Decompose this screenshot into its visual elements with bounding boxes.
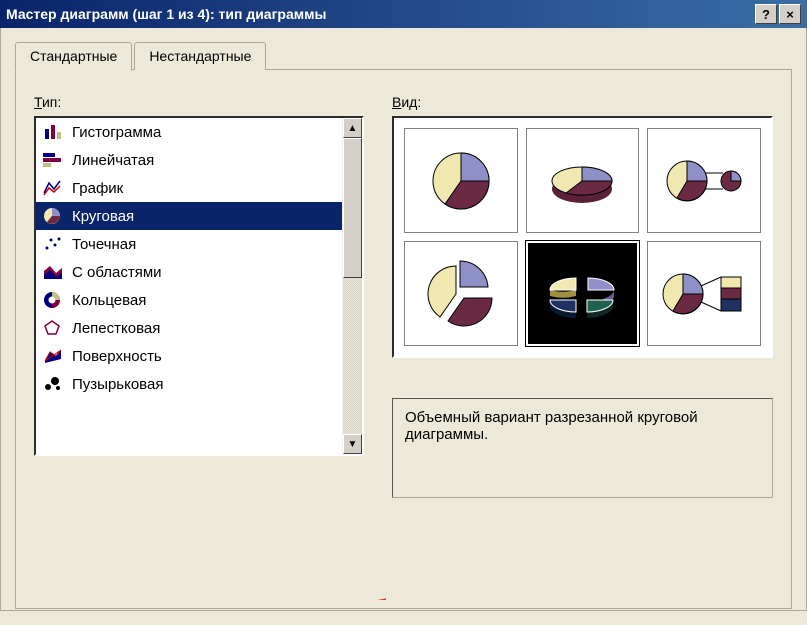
subtype-cell-pie-exploded-2d[interactable] (404, 241, 518, 346)
close-button[interactable]: × (779, 4, 801, 24)
list-label: График (72, 180, 123, 197)
subtype-grid (392, 116, 773, 358)
subtype-cell-pie-3d[interactable] (526, 128, 640, 233)
scroll-up-button[interactable]: ▲ (343, 118, 362, 138)
list-item-radar[interactable]: Лепестковая (36, 314, 342, 342)
subtype-cell-pie-exploded-3d[interactable] (526, 241, 640, 346)
titlebar: Мастер диаграмм (шаг 1 из 4): тип диагра… (0, 0, 807, 28)
subtype-description: Объемный вариант разрезанной круговой ди… (392, 398, 773, 498)
list-item-bar[interactable]: Линейчатая (36, 146, 342, 174)
line-icon (42, 178, 64, 198)
scroll-thumb[interactable] (343, 138, 362, 278)
radar-icon (42, 318, 64, 338)
scatter-icon (42, 234, 64, 254)
doughnut-icon (42, 290, 64, 310)
list-label: Пузырьковая (72, 376, 163, 393)
list-label: Линейчатая (72, 152, 154, 169)
view-label: Вид: (392, 94, 421, 110)
scroll-track[interactable] (343, 138, 362, 434)
tab-content: Тип: Гистограмма Линейчатая (15, 69, 792, 609)
list-label: Точечная (72, 236, 136, 253)
help-button[interactable]: ? (755, 4, 777, 24)
list-label: Лепестковая (72, 320, 160, 337)
area-icon (42, 262, 64, 282)
list-label: Кольцевая (72, 292, 146, 309)
list-item-surface[interactable]: Поверхность (36, 342, 342, 370)
dialog-body: Стандартные Нестандартные Тип: Гистограм… (0, 28, 807, 611)
titlebar-buttons: ? × (755, 4, 801, 24)
list-label: Поверхность (72, 348, 162, 365)
chart-type-items: Гистограмма Линейчатая График (36, 118, 342, 454)
subtype-cell-bar-of-pie[interactable] (647, 241, 761, 346)
tab-custom[interactable]: Нестандартные (134, 42, 266, 70)
tab-strip: Стандартные Нестандартные (15, 42, 792, 70)
subtype-column: Вид: (392, 94, 773, 588)
list-item-histogram[interactable]: Гистограмма (36, 118, 342, 146)
annotation-arrow (86, 598, 386, 600)
bar-icon (42, 150, 64, 170)
listbox-scrollbar[interactable]: ▲ ▼ (342, 118, 362, 454)
list-item-doughnut[interactable]: Кольцевая (36, 286, 342, 314)
list-item-area[interactable]: С областями (36, 258, 342, 286)
type-column: Тип: Гистограмма Линейчатая (34, 94, 364, 588)
type-label: Тип: (34, 94, 61, 110)
surface-icon (42, 346, 64, 366)
list-item-pie[interactable]: Круговая (36, 202, 342, 230)
bubble-icon (42, 374, 64, 394)
list-item-scatter[interactable]: Точечная (36, 230, 342, 258)
list-label: С областями (72, 264, 162, 281)
subtype-cell-pie-2d[interactable] (404, 128, 518, 233)
list-label: Гистограмма (72, 124, 161, 141)
histogram-icon (42, 122, 64, 142)
subtype-cell-pie-of-pie[interactable] (647, 128, 761, 233)
pie-icon (42, 206, 64, 226)
list-label: Круговая (72, 208, 134, 225)
scroll-down-button[interactable]: ▼ (343, 434, 362, 454)
window-title: Мастер диаграмм (шаг 1 из 4): тип диагра… (6, 6, 755, 22)
list-item-bubble[interactable]: Пузырьковая (36, 370, 342, 398)
chart-type-listbox[interactable]: Гистограмма Линейчатая График (34, 116, 364, 456)
list-item-line[interactable]: График (36, 174, 342, 202)
tab-standard[interactable]: Стандартные (15, 42, 132, 71)
